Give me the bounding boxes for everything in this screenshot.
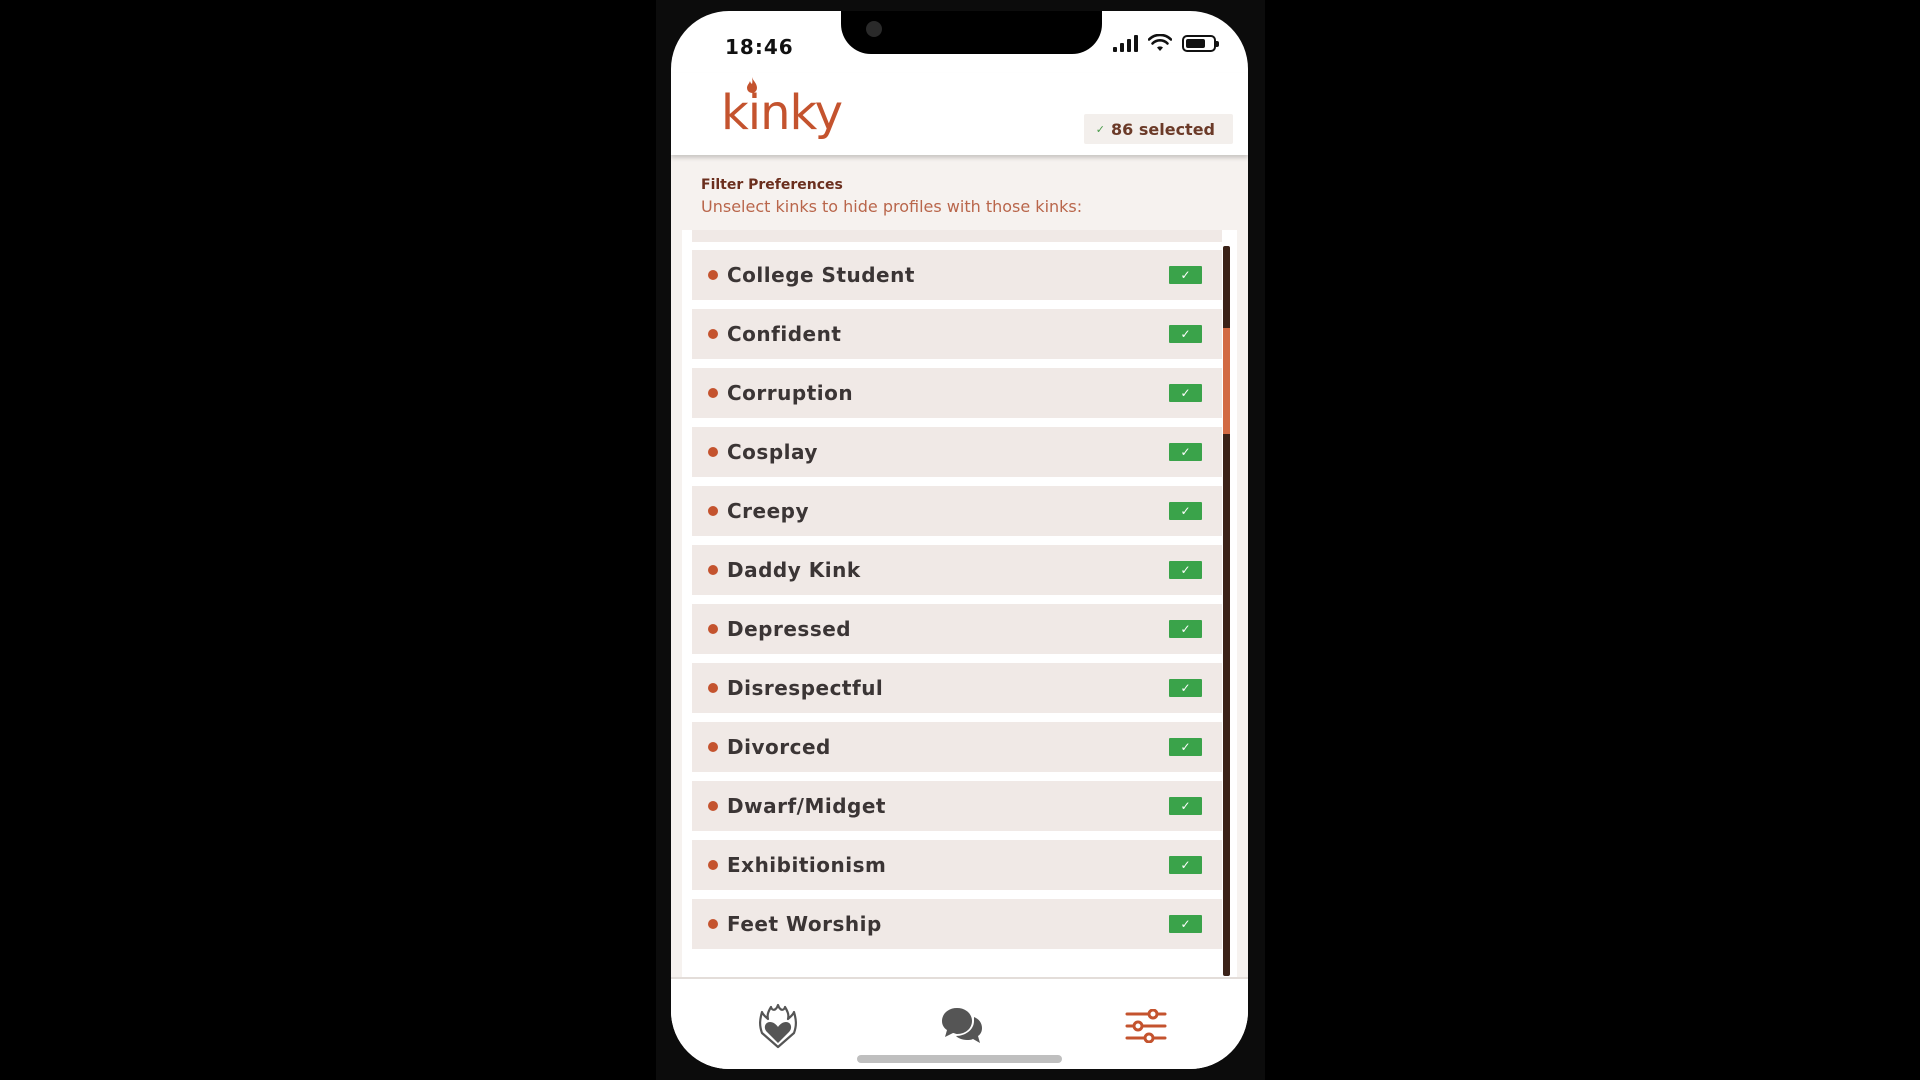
checkbox-checked[interactable]: ✓ (1169, 856, 1202, 874)
bullet-dot-icon (708, 270, 718, 280)
bullet-dot-icon (708, 565, 718, 575)
list-item-label: Dwarf/Midget (727, 794, 886, 818)
list-item[interactable]: Confident ✓ (692, 309, 1222, 359)
list-item[interactable]: Creepy ✓ (692, 486, 1222, 536)
checkbox-checked[interactable]: ✓ (1169, 679, 1202, 697)
app-logo: kinky (721, 85, 843, 141)
list-item[interactable]: Corruption ✓ (692, 368, 1222, 418)
checkbox-checked[interactable]: ✓ (1169, 620, 1202, 638)
list-item[interactable]: Dwarf/Midget ✓ (692, 781, 1222, 831)
list-item-label: Creepy (727, 499, 810, 523)
flame-heart-icon (759, 1003, 797, 1049)
wifi-icon (1148, 34, 1172, 51)
list-item-label: Feet Worship (727, 912, 882, 936)
phone-frame: 18:46 kinky ✓ 86 selected Filter Prefere… (656, 0, 1265, 1080)
filter-content: Filter Preferences Unselect kinks to hid… (671, 155, 1248, 977)
checkbox-checked[interactable]: ✓ (1169, 325, 1202, 343)
checkbox-checked[interactable]: ✓ (1169, 266, 1202, 284)
list-item[interactable]: Feet Worship ✓ (692, 899, 1222, 949)
tab-filters[interactable] (1121, 1001, 1171, 1051)
list-item-partial (692, 230, 1222, 242)
scrollbar[interactable] (1223, 246, 1230, 976)
list-item-label: Confident (727, 322, 842, 346)
sliders-icon (1125, 1009, 1167, 1043)
list-item[interactable]: Disrespectful ✓ (692, 663, 1222, 713)
filter-subtitle: Unselect kinks to hide profiles with tho… (701, 197, 1083, 216)
bullet-dot-icon (708, 624, 718, 634)
bullet-dot-icon (708, 742, 718, 752)
list-item-label: Divorced (727, 735, 831, 759)
list-item[interactable]: Divorced ✓ (692, 722, 1222, 772)
selected-count-label: 86 selected (1111, 119, 1215, 139)
checkbox-checked[interactable]: ✓ (1169, 384, 1202, 402)
chat-bubbles-icon (942, 1008, 982, 1043)
list-item[interactable]: Exhibitionism ✓ (692, 840, 1222, 890)
home-indicator[interactable] (857, 1055, 1062, 1063)
bullet-dot-icon (708, 329, 718, 339)
list-item[interactable]: Daddy Kink ✓ (692, 545, 1222, 595)
check-icon: ✓ (1095, 122, 1106, 136)
bullet-dot-icon (708, 801, 718, 811)
list-item-label: Corruption (727, 381, 854, 405)
list-item-label: Disrespectful (727, 676, 884, 700)
list-item[interactable]: Depressed ✓ (692, 604, 1222, 654)
bullet-dot-icon (708, 919, 718, 929)
list-item-label: College Student (727, 263, 915, 287)
selected-count-badge[interactable]: ✓ 86 selected (1083, 114, 1233, 144)
checkbox-checked[interactable]: ✓ (1169, 797, 1202, 815)
bullet-dot-icon (708, 506, 718, 516)
tab-messages[interactable] (937, 1001, 987, 1051)
app-header: kinky ✓ 86 selected (671, 73, 1248, 155)
tab-discover[interactable] (753, 1001, 803, 1051)
list-item[interactable]: Cosplay ✓ (692, 427, 1222, 477)
bullet-dot-icon (708, 388, 718, 398)
scrollbar-thumb[interactable] (1223, 328, 1230, 434)
kink-list: College Student ✓ Confident ✓ Corruption ✓ Cos… (692, 250, 1222, 958)
checkbox-checked[interactable]: ✓ (1169, 502, 1202, 520)
list-item-label: Exhibitionism (727, 853, 887, 877)
status-icons (1113, 31, 1219, 55)
battery-icon (1182, 34, 1219, 52)
kink-list-container[interactable]: College Student ✓ Confident ✓ Corruption ✓ Cos… (682, 230, 1237, 977)
notch (841, 11, 1102, 54)
front-camera (866, 21, 882, 37)
bullet-dot-icon (708, 860, 718, 870)
app-screen: 18:46 kinky ✓ 86 selected Filter Prefere… (671, 11, 1248, 1069)
bullet-dot-icon (708, 683, 718, 693)
checkbox-checked[interactable]: ✓ (1169, 561, 1202, 579)
bullet-dot-icon (708, 447, 718, 457)
list-item-label: Cosplay (727, 440, 818, 464)
checkbox-checked[interactable]: ✓ (1169, 915, 1202, 933)
list-item-label: Depressed (727, 617, 852, 641)
list-item-label: Daddy Kink (727, 558, 861, 582)
filter-title: Filter Preferences (701, 177, 843, 193)
signal-icon (1113, 34, 1138, 52)
status-time: 18:46 (725, 35, 794, 59)
checkbox-checked[interactable]: ✓ (1169, 738, 1202, 756)
battery-fill (1186, 38, 1205, 48)
checkbox-checked[interactable]: ✓ (1169, 443, 1202, 461)
list-item[interactable]: College Student ✓ (692, 250, 1222, 300)
